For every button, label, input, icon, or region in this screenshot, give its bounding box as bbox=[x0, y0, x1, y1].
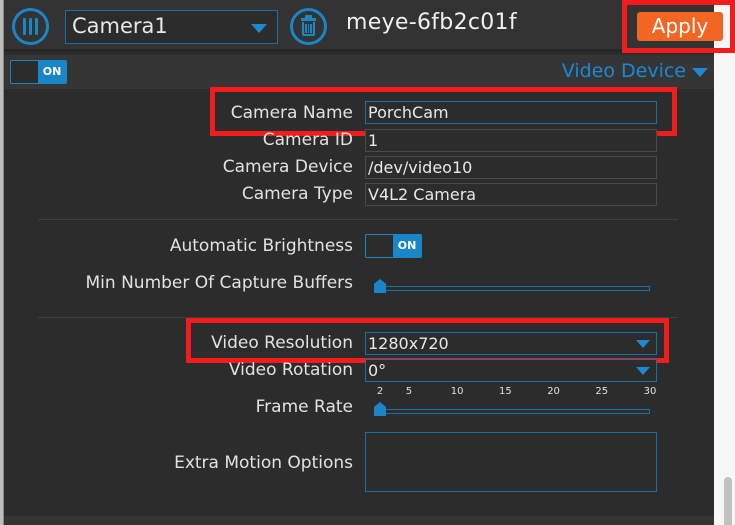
menu-icon-bar bbox=[23, 18, 26, 35]
frame-rate-tick-label: 20 bbox=[547, 386, 560, 397]
frame-rate-label: Frame Rate bbox=[255, 397, 353, 417]
frame-rate-slider[interactable] bbox=[374, 400, 650, 418]
camera-device-label: Camera Device bbox=[222, 157, 353, 177]
camera-type-label: Camera Type bbox=[241, 184, 353, 204]
frame-rate-tick-label: 10 bbox=[450, 386, 464, 397]
device-name: meye-6fb2c01f bbox=[346, 10, 517, 35]
trash-icon-lid bbox=[301, 18, 316, 21]
extra-motion-options-label: Extra Motion Options bbox=[174, 453, 353, 473]
frame-rate-tick-label: 5 bbox=[405, 386, 413, 397]
min-capture-buffers-label: Min Number Of Capture Buffers bbox=[85, 273, 353, 293]
frame-rate-tick-label: 2 bbox=[376, 386, 384, 397]
frame-rate-ticks: 2 5 10 15 20 25 30 bbox=[374, 386, 657, 400]
chevron-down-icon bbox=[251, 24, 267, 33]
section-title[interactable]: Video Device bbox=[562, 60, 686, 82]
menu-icon-bar bbox=[29, 18, 32, 35]
menu-icon-bar bbox=[35, 18, 38, 35]
apply-button[interactable]: Apply bbox=[637, 12, 723, 41]
min-capture-buffers-slider[interactable] bbox=[374, 277, 650, 295]
settings-header: Camera1 meye-6fb2c01f bbox=[4, 0, 714, 52]
slider-track[interactable] bbox=[380, 286, 650, 291]
section-divider bbox=[38, 317, 678, 318]
video-resolution-value: 1280x720 bbox=[368, 334, 449, 353]
slider-track[interactable] bbox=[380, 409, 650, 414]
camera-select-value: Camera1 bbox=[72, 14, 168, 38]
toggle-on-label: ON bbox=[38, 61, 66, 83]
camera-select[interactable]: Camera1 bbox=[65, 10, 278, 44]
camera-device-input[interactable]: /dev/video10 bbox=[365, 156, 657, 179]
camera-name-input[interactable]: PorchCam bbox=[365, 101, 657, 124]
scrollbar-track[interactable] bbox=[714, 0, 735, 525]
camera-id-input[interactable]: 1 bbox=[365, 129, 657, 152]
frame-rate-tick-label: 25 bbox=[595, 386, 609, 397]
frame-rate-tick-label: 30 bbox=[643, 386, 657, 397]
menu-button[interactable] bbox=[12, 8, 49, 45]
video-rotation-value: 0° bbox=[368, 361, 387, 380]
camera-name-label: Camera Name bbox=[230, 103, 353, 123]
chevron-down-icon bbox=[636, 340, 650, 348]
video-rotation-select[interactable]: 0° bbox=[365, 359, 657, 382]
trash-icon bbox=[302, 22, 315, 36]
auto-brightness-label: Automatic Brightness bbox=[169, 236, 353, 256]
extra-motion-options-textarea[interactable] bbox=[365, 432, 657, 492]
section-divider bbox=[38, 219, 678, 220]
chevron-down-icon[interactable] bbox=[692, 68, 708, 77]
video-rotation-label: Video Rotation bbox=[228, 360, 353, 380]
section-header-video-device[interactable]: ON Video Device bbox=[4, 55, 714, 89]
slider-thumb[interactable] bbox=[374, 279, 386, 293]
toggle-on-label: ON bbox=[393, 235, 421, 257]
video-resolution-select[interactable]: 1280x720 bbox=[365, 332, 657, 355]
chevron-down-icon bbox=[636, 367, 650, 375]
video-resolution-label: Video Resolution bbox=[211, 333, 353, 353]
device-enabled-toggle[interactable]: ON bbox=[10, 60, 67, 84]
auto-brightness-toggle[interactable]: ON bbox=[365, 234, 422, 258]
camera-type-input[interactable]: V4L2 Camera bbox=[365, 183, 657, 206]
panel-footer bbox=[4, 516, 714, 525]
camera-id-label: Camera ID bbox=[262, 130, 353, 150]
remove-camera-button[interactable] bbox=[290, 8, 327, 45]
scrollbar-thumb[interactable] bbox=[724, 477, 732, 525]
frame-rate-tick-label: 15 bbox=[498, 386, 512, 397]
slider-thumb[interactable] bbox=[374, 402, 386, 416]
